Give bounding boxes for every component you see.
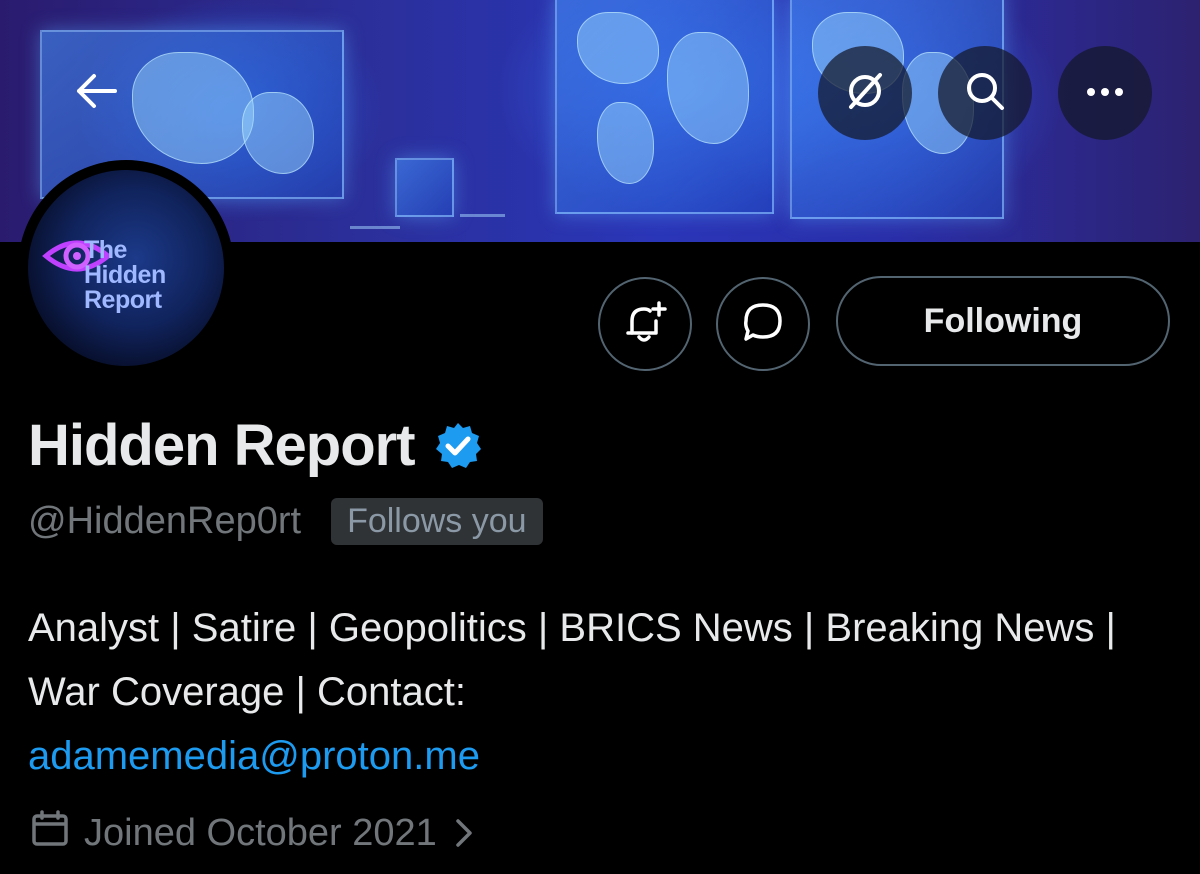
profile-avatar[interactable]: The Hidden Report <box>18 160 234 376</box>
joined-date-row[interactable]: Joined October 2021 <box>30 808 487 858</box>
logo-wordmark: The Hidden Report <box>84 236 166 314</box>
banner-screen-small <box>395 158 454 217</box>
more-horizontal-icon <box>1085 84 1125 102</box>
follows-you-badge: Follows you <box>331 498 543 545</box>
banner-detail <box>460 214 505 217</box>
arrow-left-icon <box>76 73 118 114</box>
profile-handle: @HiddenRep0rt <box>28 500 302 542</box>
profile-name-row: Hidden Report <box>28 412 483 479</box>
grok-button[interactable] <box>818 46 912 140</box>
more-button[interactable] <box>1058 46 1152 140</box>
search-button[interactable] <box>938 46 1032 140</box>
profile-bio: Analyst | Satire | Geopolitics | BRICS N… <box>28 596 1178 788</box>
message-bubble-icon <box>740 299 786 350</box>
search-icon <box>963 69 1007 118</box>
banner-map-center <box>555 0 774 214</box>
notifications-button[interactable] <box>598 277 692 371</box>
joined-date: Joined October 2021 <box>84 811 437 854</box>
back-button[interactable] <box>50 46 144 140</box>
bio-text: Analyst | Satire | Geopolitics | BRICS N… <box>28 606 1116 714</box>
verified-badge-icon[interactable] <box>433 421 483 471</box>
bio-email-link[interactable]: adamemedia@proton.me <box>28 724 1178 788</box>
chevron-right-icon <box>455 818 487 848</box>
following-button[interactable]: Following <box>836 276 1170 366</box>
banner-detail <box>350 226 400 229</box>
profile-name: Hidden Report <box>28 413 416 478</box>
calendar-icon <box>30 808 84 858</box>
hidden-report-logo: The Hidden Report <box>28 170 224 366</box>
following-label: Following <box>923 301 1083 340</box>
handle-row: @HiddenRep0rt Follows you <box>28 498 543 545</box>
grok-icon <box>843 69 887 118</box>
bell-plus-icon <box>622 299 668 350</box>
message-button[interactable] <box>716 277 810 371</box>
